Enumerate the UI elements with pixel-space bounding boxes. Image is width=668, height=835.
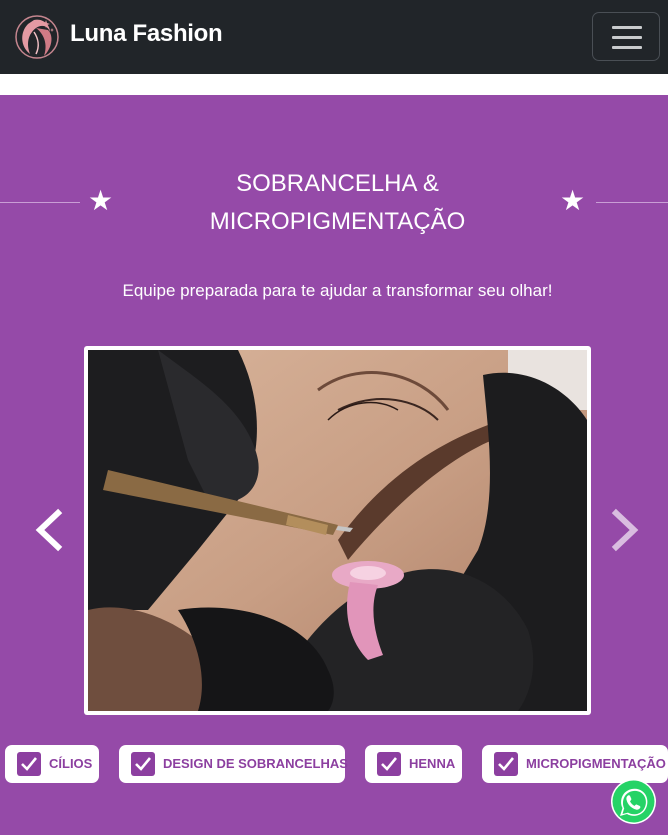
service-tags: CÍLIOS DESIGN DE SOBRANCELHAS HENNA MICR…: [0, 745, 668, 785]
chevron-right-icon[interactable]: [604, 505, 644, 555]
hamburger-menu-icon: [612, 26, 642, 29]
service-tag-label: DESIGN DE SOBRANCELHAS: [163, 756, 348, 771]
brand-name[interactable]: Luna Fashion: [70, 20, 223, 48]
star-icon: ★: [88, 185, 114, 216]
carousel-slide[interactable]: [84, 346, 591, 715]
service-tag-micropigmentacao[interactable]: MICROPIGMENTAÇÃO: [482, 745, 668, 783]
services-section: ★ ★ SOBRANCELHA & MICROPIGMENTAÇÃO Equip…: [0, 95, 668, 835]
checkbox-icon: [131, 752, 155, 776]
checkbox-icon: [377, 752, 401, 776]
navbar-spacer: [0, 74, 668, 95]
navbar: Luna Fashion: [0, 0, 668, 74]
divider-left: [0, 202, 80, 203]
section-subtitle: Equipe preparada para te ajudar a transf…: [122, 281, 553, 300]
woman-face-logo-icon[interactable]: [14, 14, 60, 60]
whatsapp-button[interactable]: [611, 779, 656, 824]
hamburger-bar: [612, 36, 642, 39]
section-title-line2: MICROPIGMENTAÇÃO: [209, 208, 466, 235]
checkbox-icon: [494, 752, 518, 776]
service-tag-design[interactable]: DESIGN DE SOBRANCELHAS: [119, 745, 348, 783]
chevron-left-icon[interactable]: [30, 505, 70, 555]
service-tag-cilios[interactable]: CÍLIOS: [5, 745, 99, 783]
hamburger-bar: [612, 46, 642, 49]
service-tag-henna[interactable]: HENNA: [365, 745, 462, 783]
section-title-line1: SOBRANCELHA &: [236, 170, 439, 197]
checkbox-icon: [17, 752, 41, 776]
hamburger-menu-button[interactable]: [592, 12, 660, 61]
service-tag-label: MICROPIGMENTAÇÃO: [526, 756, 666, 771]
divider-right: [596, 202, 668, 203]
service-tag-label: CÍLIOS: [49, 756, 93, 771]
micropigmentation-procedure-photo: [88, 350, 587, 711]
section-title: SOBRANCELHA & MICROPIGMENTAÇÃO: [150, 165, 525, 241]
whatsapp-icon: [612, 780, 655, 823]
service-tag-label: HENNA: [409, 756, 456, 771]
star-icon: ★: [560, 185, 586, 216]
